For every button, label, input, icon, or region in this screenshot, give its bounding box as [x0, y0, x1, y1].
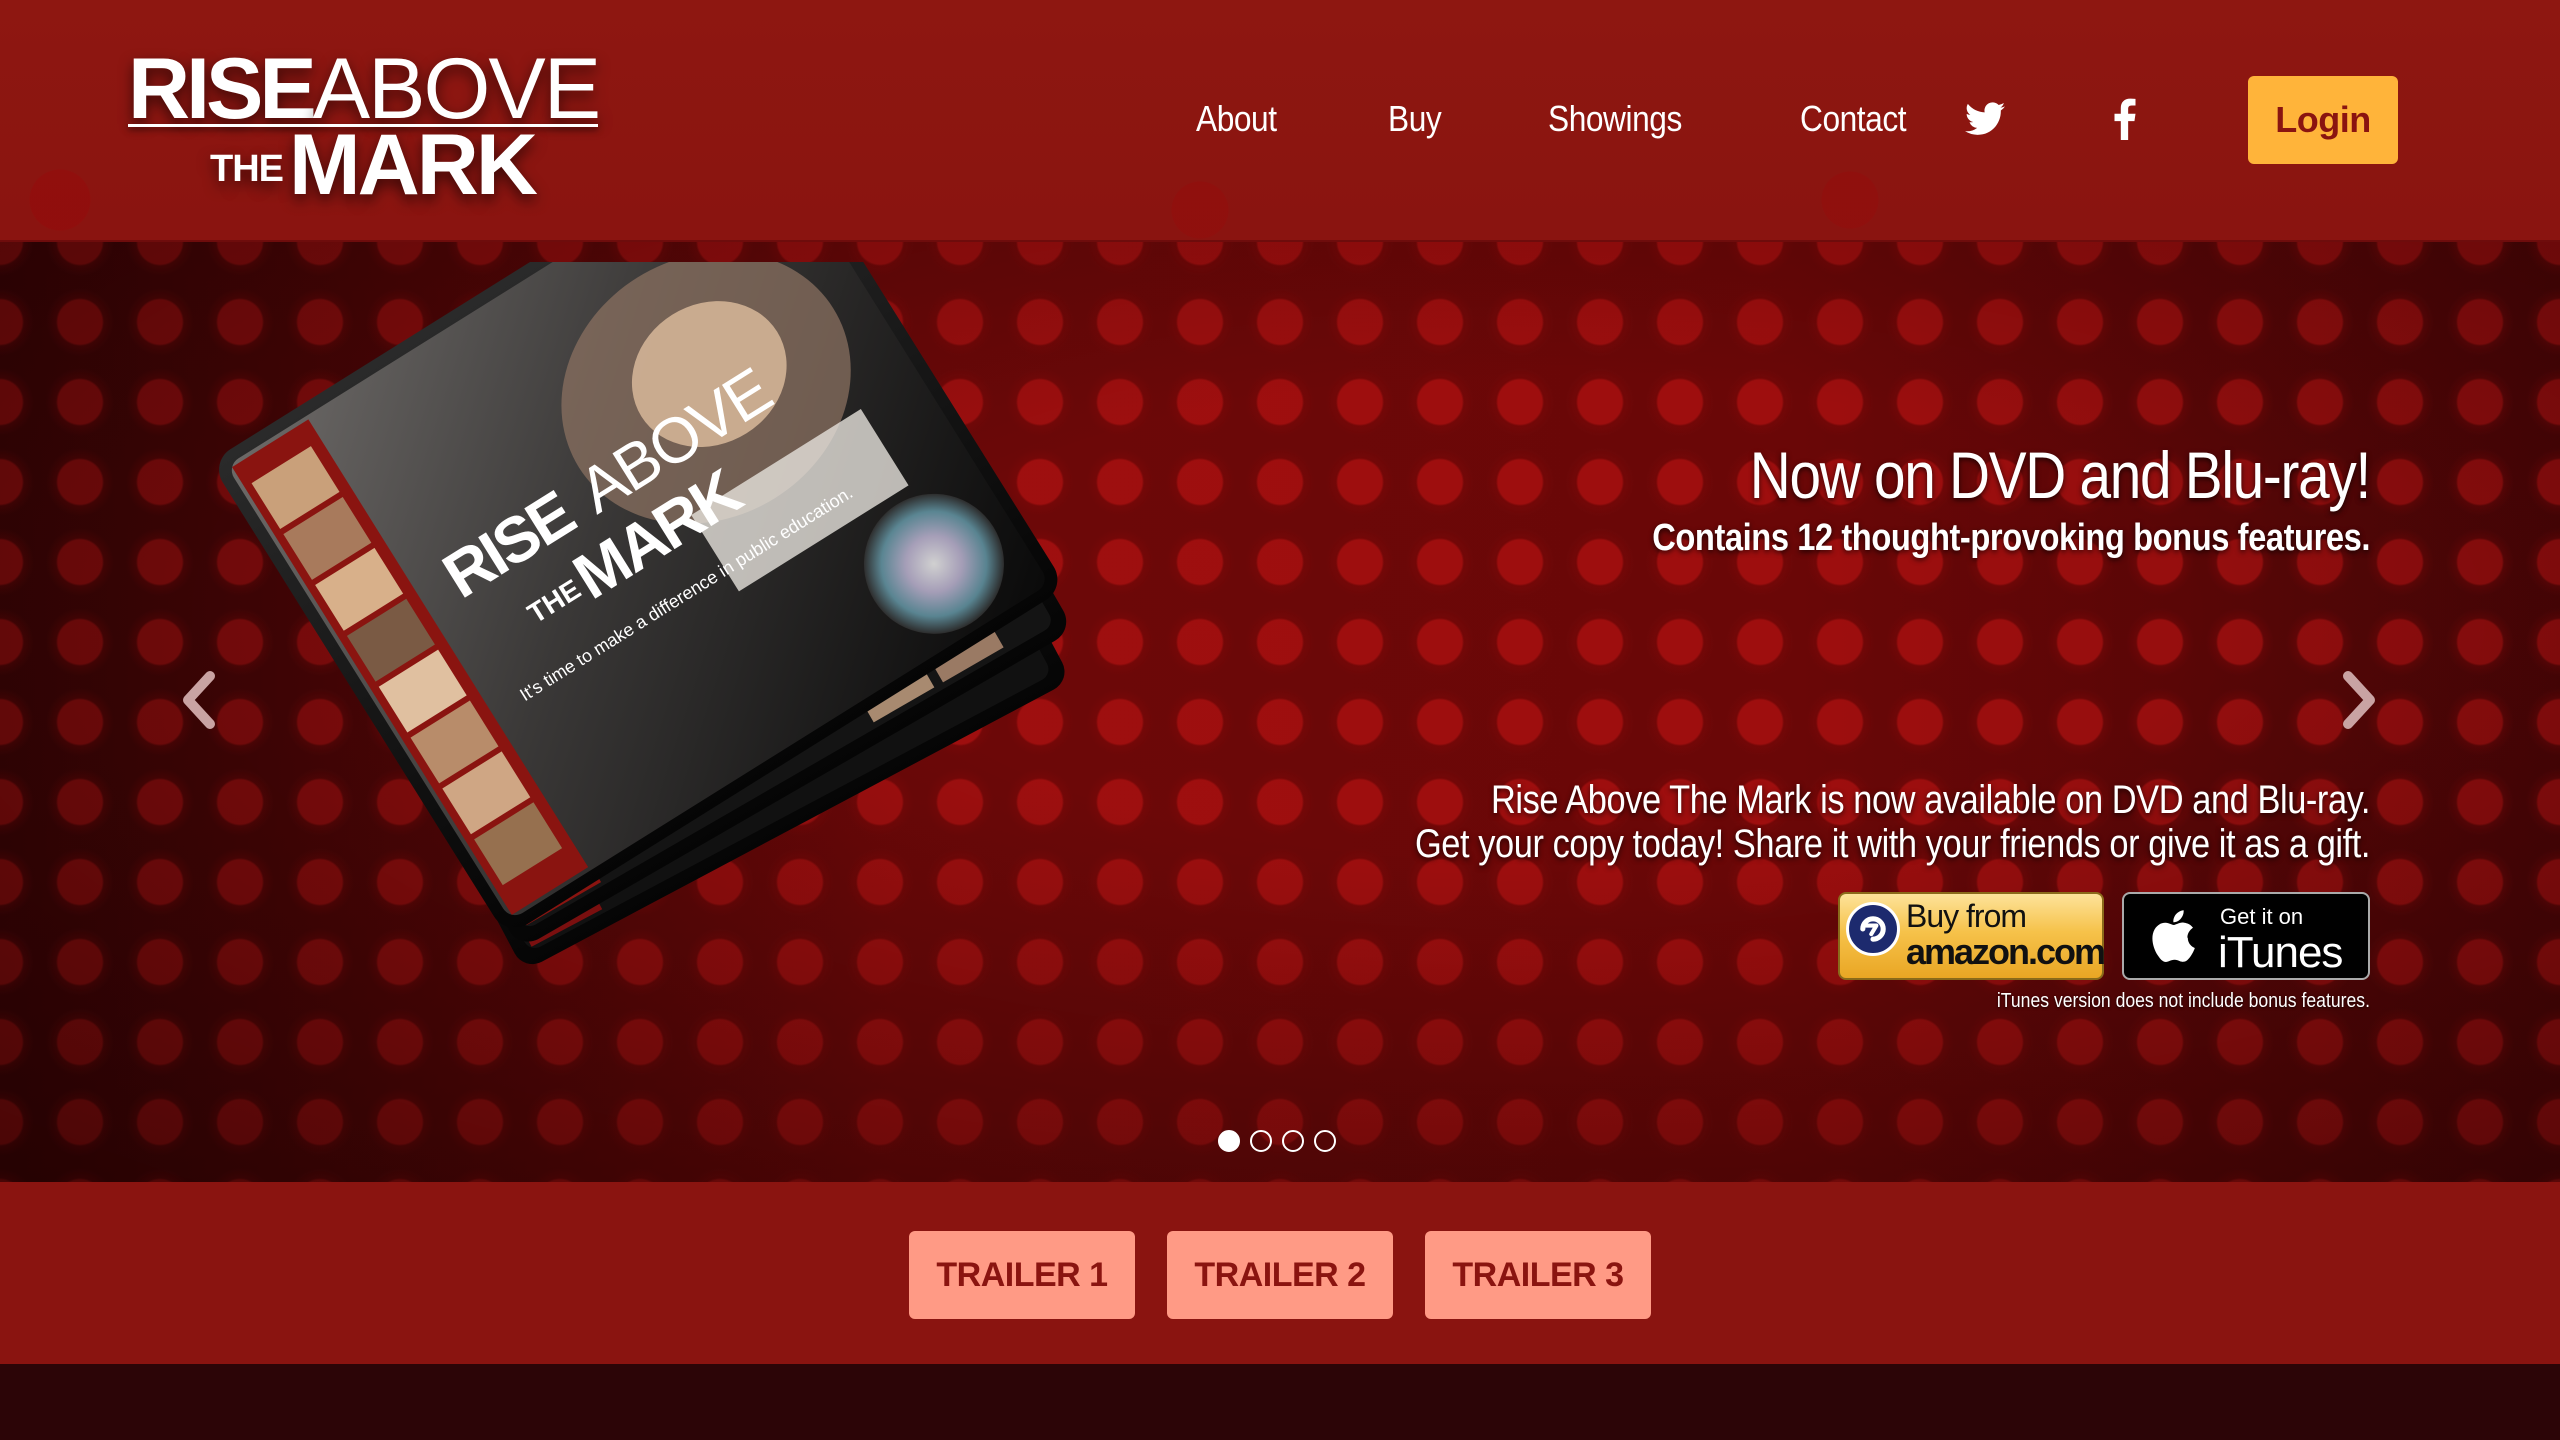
footer-band	[0, 1364, 2560, 1440]
trailer-2-button[interactable]: TRAILER 2	[1167, 1231, 1393, 1319]
amazon-badge-line-2: amazon.com	[1906, 931, 2106, 972]
dvd-cases-image: RISE ABOVE THE MARK It's time to make a …	[210, 242, 1270, 1142]
main-nav: About Buy Showings Contact	[1196, 92, 2021, 146]
itunes-note: iTunes version does not include bonus fe…	[1996, 990, 2370, 1012]
hero-body-line-2: Get your copy today! Share it with your …	[1414, 822, 2370, 866]
logo-word-the: THE	[210, 148, 284, 191]
buy-from-amazon-button[interactable]: Buy from amazon.com	[1838, 892, 2106, 980]
hero-title: Now on DVD and Blu-ray!	[1749, 438, 2371, 512]
hero-headline-block: Now on DVD and Blu-ray! Contains 12 thou…	[1270, 437, 2371, 560]
amazon-logo-icon	[1846, 902, 1900, 956]
trailer-section: TRAILER 1 TRAILER 2 TRAILER 3	[0, 1182, 2560, 1364]
login-button[interactable]: Login	[2248, 76, 2398, 164]
hero-body-text: Rise Above The Mark is now available on …	[1070, 778, 2370, 866]
carousel-dot-1[interactable]	[1218, 1130, 1240, 1152]
nav-link-contact[interactable]: Contact	[1800, 98, 1907, 140]
carousel-prev-arrow-icon[interactable]	[168, 660, 228, 740]
nav-link-showings[interactable]: Showings	[1548, 98, 1682, 140]
trailer-1-button[interactable]: TRAILER 1	[909, 1231, 1135, 1319]
logo-word-mark: MARK	[289, 117, 538, 213]
amazon-badge-line-1: Buy from	[1906, 898, 2027, 934]
hero-subtitle: Contains 12 thought-provoking bonus feat…	[1652, 517, 2370, 559]
twitter-icon[interactable]	[1960, 94, 2010, 144]
nav-link-about[interactable]: About	[1196, 98, 1277, 140]
trailer-3-button[interactable]: TRAILER 3	[1425, 1231, 1651, 1319]
nav-link-buy[interactable]: Buy	[1388, 98, 1442, 140]
site-header: RISEABOVE THEMARK About Buy Showings Con…	[0, 0, 2560, 242]
carousel-next-arrow-icon[interactable]	[2330, 660, 2390, 740]
hero-body-line-1: Rise Above The Mark is now available on …	[1490, 778, 2370, 822]
carousel-dot-2[interactable]	[1250, 1130, 1272, 1152]
store-badges: Buy from amazon.com Get it on iTunes	[1838, 892, 2370, 980]
get-on-itunes-button[interactable]: Get it on iTunes	[2122, 892, 2370, 980]
hero-carousel: RISE ABOVE THE MARK It's time to make a …	[0, 242, 2560, 1182]
carousel-indicators	[1218, 1130, 1336, 1152]
trailer-buttons: TRAILER 1 TRAILER 2 TRAILER 3	[909, 1231, 1651, 1319]
itunes-badge-line-1: Get it on	[2220, 904, 2304, 929]
apple-icon	[2148, 908, 2196, 969]
facebook-icon[interactable]	[2100, 94, 2150, 144]
carousel-dot-4[interactable]	[1314, 1130, 1336, 1152]
itunes-badge-line-2: iTunes	[2218, 928, 2343, 977]
logo-line-2: THEMARK	[210, 122, 538, 208]
site-logo[interactable]: RISEABOVE THEMARK	[128, 40, 608, 210]
carousel-dot-3[interactable]	[1282, 1130, 1304, 1152]
